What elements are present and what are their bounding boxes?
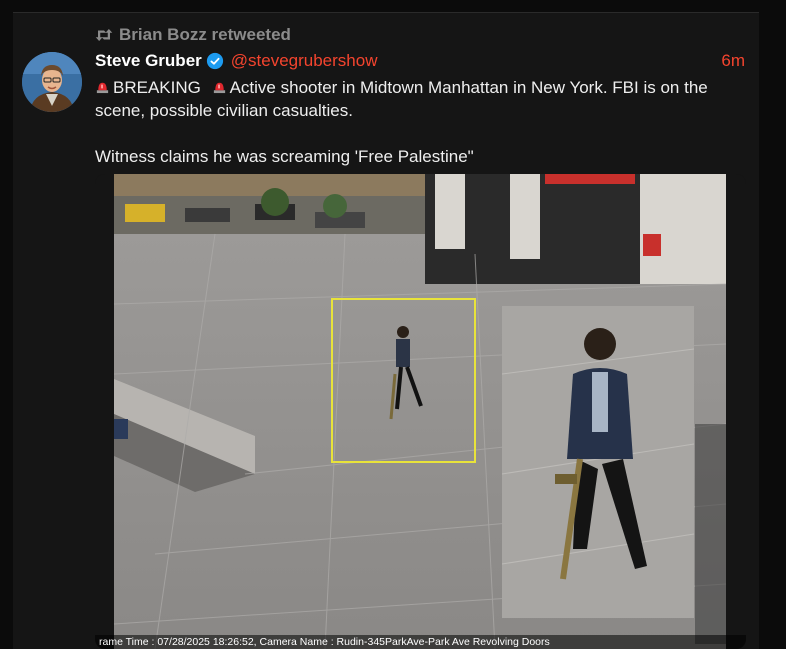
breaking-tag: BREAKING — [113, 78, 201, 97]
retweet-indicator: Brian Bozz retweeted — [95, 25, 291, 45]
author-handle[interactable]: @stevegrubershow — [231, 51, 378, 71]
tweet-media-image[interactable]: rame Time : 07/28/2025 18:26:52, Camera … — [95, 174, 746, 649]
avatar[interactable] — [22, 52, 82, 112]
tweet-line-1: BREAKING Active shooter in Midtown Manha… — [95, 76, 745, 122]
timestamp[interactable]: 6m — [721, 51, 745, 71]
retweet-label: Brian Bozz retweeted — [119, 25, 291, 44]
tweet-text: BREAKING Active shooter in Midtown Manha… — [95, 76, 745, 168]
siren-icon — [96, 82, 109, 94]
cctv-photo — [95, 174, 746, 649]
avatar-image — [22, 52, 82, 112]
camera-caption: rame Time : 07/28/2025 18:26:52, Camera … — [95, 635, 746, 649]
author-name[interactable]: Steve Gruber — [95, 51, 202, 71]
tweet-header: Steve Gruber @stevegrubershow 6m — [95, 50, 745, 72]
siren-icon — [213, 82, 225, 94]
tweet-line-2: Witness claims he was screaming 'Free Pa… — [95, 147, 474, 166]
retweet-icon — [95, 29, 113, 41]
verified-badge-icon — [206, 52, 223, 70]
tweet-card[interactable]: Brian Bozz retweeted Steve Gruber @steve… — [13, 12, 759, 649]
